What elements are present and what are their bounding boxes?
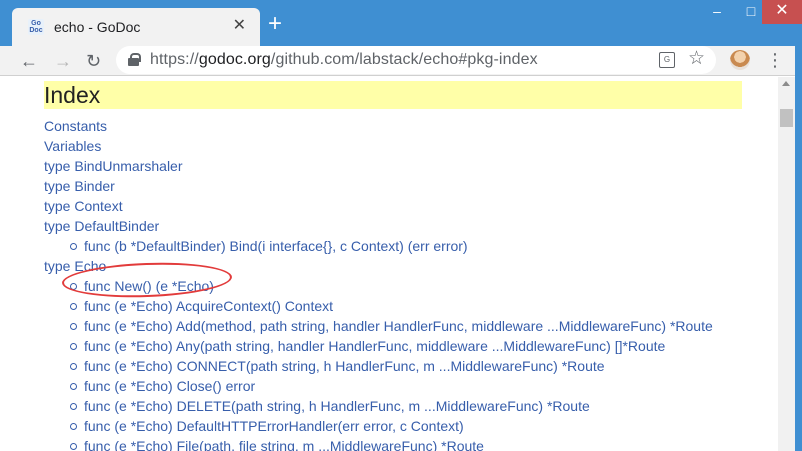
index-item[interactable]: type BindUnmarshaler [44, 157, 713, 177]
avatar[interactable] [730, 50, 750, 70]
index-link[interactable]: func (b *DefaultBinder) Bind(i interface… [68, 238, 468, 254]
new-tab-button[interactable]: + [268, 12, 282, 36]
lock-icon[interactable] [128, 53, 141, 66]
translate-icon[interactable]: G [659, 52, 675, 68]
url-host: godoc.org [198, 51, 271, 68]
index-sub-item[interactable]: func (e *Echo) Add(method, path string, … [44, 317, 713, 337]
star-icon[interactable]: ☆ [688, 48, 705, 70]
index-link[interactable]: func (e *Echo) Any(path string, handler … [68, 338, 665, 354]
tab-title: echo - GoDoc [54, 19, 141, 35]
index-link[interactable]: func (e *Echo) DefaultHTTPErrorHandler(e… [68, 418, 464, 434]
index-sub-item[interactable]: func (e *Echo) DELETE(path string, h Han… [44, 397, 713, 417]
back-arrow-icon[interactable]: ← [20, 50, 38, 72]
index-link[interactable]: func (e *Echo) File(path, file string, m… [68, 438, 484, 451]
index-sub-item[interactable]: func (e *Echo) CONNECT(path string, h Ha… [44, 357, 713, 377]
scroll-thumb[interactable] [780, 109, 793, 127]
index-item[interactable]: type Context [44, 197, 713, 217]
url-path: /github.com/labstack/echo#pkg-index [270, 51, 538, 68]
index-item[interactable]: Variables [44, 137, 713, 157]
url-scheme: https:// [150, 51, 199, 68]
index-sub-item[interactable]: func (e *Echo) File(path, file string, m… [44, 437, 713, 451]
browser-toolbar: ← → ↻ https://godoc.org/github.com/labst… [0, 46, 802, 76]
index-item[interactable]: Constants [44, 117, 713, 137]
index-link[interactable]: func (e *Echo) DELETE(path string, h Han… [68, 398, 590, 414]
vertical-scrollbar[interactable] [778, 77, 795, 451]
tab-close-icon[interactable]: ✕ [233, 17, 246, 35]
page-content: Index Constants Variables type BindUnmarsh… [0, 77, 778, 451]
index-link[interactable]: func (e *Echo) Add(method, path string, … [68, 318, 713, 334]
godoc-favicon-icon: Go Doc [28, 19, 44, 35]
index-sub-item[interactable]: func (b *DefaultBinder) Bind(i interface… [44, 237, 713, 257]
index-item[interactable]: type Binder [44, 177, 713, 197]
browser-tab[interactable]: Go Doc echo - GoDoc ✕ [12, 8, 260, 46]
address-bar[interactable]: https://godoc.org/github.com/labstack/ec… [116, 46, 716, 74]
kebab-menu-icon[interactable]: ⋮ [766, 49, 784, 71]
close-window-button[interactable]: ✕ [762, 0, 802, 24]
window-border [795, 46, 802, 451]
index-link[interactable]: func (e *Echo) Close() error [68, 378, 255, 394]
index-sub-item[interactable]: func (e *Echo) AcquireContext() Context [44, 297, 713, 317]
index-heading: Index [44, 81, 742, 109]
browser-titlebar: Go Doc echo - GoDoc ✕ + – □ ✕ [0, 0, 802, 46]
index-link[interactable]: func (e *Echo) CONNECT(path string, h Ha… [68, 358, 605, 374]
index-link[interactable]: func (e *Echo) AcquireContext() Context [68, 298, 333, 314]
index-item[interactable]: type DefaultBinder [44, 217, 713, 237]
index-sub-item[interactable]: func (e *Echo) Any(path string, handler … [44, 337, 713, 357]
reload-icon[interactable]: ↻ [86, 50, 101, 72]
minimize-button[interactable]: – [700, 0, 734, 24]
index-sub-item[interactable]: func (e *Echo) DefaultHTTPErrorHandler(e… [44, 417, 713, 437]
url-text[interactable]: https://godoc.org/github.com/labstack/ec… [150, 51, 538, 69]
index-sub-item[interactable]: func (e *Echo) Close() error [44, 377, 713, 397]
forward-arrow-icon[interactable]: → [54, 50, 72, 72]
scroll-up-arrow-icon[interactable] [782, 81, 790, 86]
